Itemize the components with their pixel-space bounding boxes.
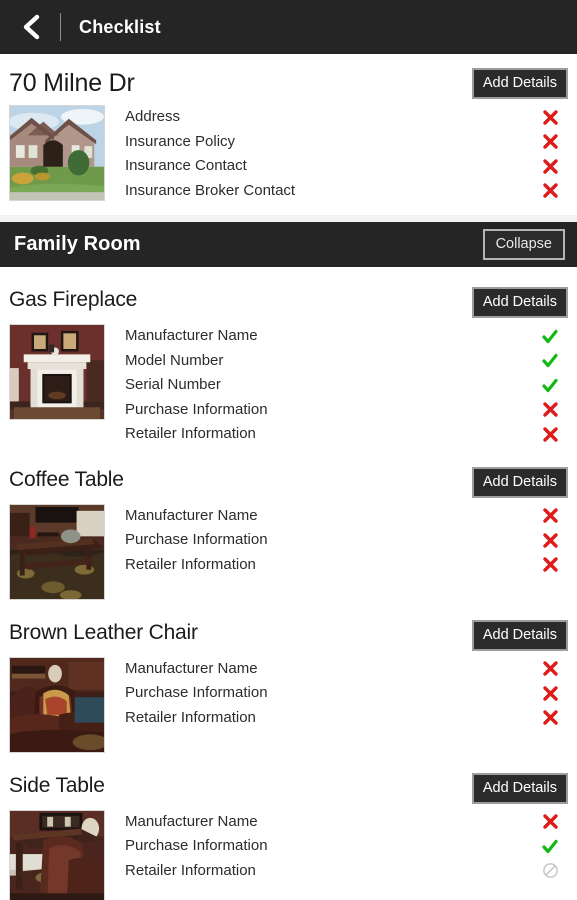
field-row[interactable]: Purchase Information: [125, 681, 568, 706]
field-row[interactable]: Manufacturer Name: [125, 810, 568, 835]
field-row[interactable]: Manufacturer Name: [125, 504, 568, 529]
field-label: Insurance Contact: [125, 157, 247, 175]
property-thumbnail[interactable]: [9, 105, 105, 201]
item-title: Brown Leather Chair: [9, 620, 198, 644]
add-details-button-gas-fireplace[interactable]: Add Details: [471, 287, 568, 318]
item-section-brown-leather-chair: Brown Leather Chair Add Details Manufact…: [0, 605, 577, 753]
item-header: Side Table Add Details: [9, 759, 568, 804]
field-row[interactable]: Purchase Information: [125, 398, 568, 423]
collapse-button[interactable]: Collapse: [482, 229, 565, 260]
item-body: Manufacturer Name Model Number Serial Nu…: [9, 318, 568, 447]
item-field-list: Manufacturer Name Purchase Information R…: [105, 657, 568, 731]
add-details-button-side-table[interactable]: Add Details: [471, 772, 568, 804]
item-thumbnail-gas-fireplace[interactable]: [9, 324, 105, 420]
field-row[interactable]: Purchase Information: [125, 834, 568, 859]
item-thumbnail-side-table[interactable]: [9, 809, 105, 900]
field-label: Address: [125, 108, 181, 126]
field-row[interactable]: Serial Number: [125, 373, 568, 398]
room-title: Family Room: [14, 233, 141, 255]
item-section-coffee-table: Coffee Table Add Details Manufacturer Na…: [0, 452, 577, 600]
red-x-icon: [539, 133, 561, 150]
field-label: Manufacturer Name: [125, 659, 258, 677]
field-label: Insurance Policy: [125, 132, 236, 150]
field-label: Purchase Information: [125, 684, 268, 702]
field-label: Serial Number: [125, 376, 221, 394]
chevron-left-icon: [20, 14, 42, 40]
green-check-icon: [539, 838, 561, 855]
red-x-icon: [539, 813, 561, 830]
green-check-icon: [539, 352, 561, 369]
field-label: Manufacturer Name: [125, 327, 258, 345]
red-x-icon: [539, 401, 561, 418]
field-label: Purchase Information: [125, 837, 268, 855]
back-button[interactable]: [14, 10, 48, 44]
red-x-icon: [539, 182, 561, 199]
red-x-icon: [539, 426, 561, 443]
field-label: Retailer Information: [125, 555, 256, 573]
red-x-icon: [539, 109, 561, 126]
field-row[interactable]: Manufacturer Name: [125, 657, 568, 682]
item-body: Manufacturer Name Purchase Information R…: [9, 804, 568, 900]
red-x-icon: [539, 709, 561, 726]
field-row[interactable]: Insurance Broker Contact: [125, 179, 568, 204]
red-x-icon: [539, 507, 561, 524]
property-header: 70 Milne Dr Add Details: [9, 54, 568, 99]
field-row[interactable]: Insurance Contact: [125, 154, 568, 179]
item-thumbnail-brown-leather-chair[interactable]: [9, 656, 105, 753]
field-row[interactable]: Retailer Information: [125, 553, 568, 578]
item-field-list: Manufacturer Name Model Number Serial Nu…: [105, 324, 568, 447]
property-field-list: Address Insurance Policy Insurance Conta…: [105, 105, 568, 203]
field-row[interactable]: Manufacturer Name: [125, 324, 568, 349]
field-label: Manufacturer Name: [125, 506, 258, 524]
item-header: Brown Leather Chair Add Details: [9, 606, 568, 651]
field-row[interactable]: Address: [125, 105, 568, 130]
field-label: Retailer Information: [125, 425, 256, 443]
green-check-icon: [539, 328, 561, 345]
field-label: Retailer Information: [125, 861, 256, 879]
field-row[interactable]: Retailer Information: [125, 422, 568, 447]
red-x-icon: [539, 556, 561, 573]
field-label: Purchase Information: [125, 400, 268, 418]
add-details-button-brown-leather-chair[interactable]: Add Details: [471, 619, 568, 651]
app-bar: Checklist: [0, 0, 577, 54]
field-label: Purchase Information: [125, 531, 268, 549]
item-header: Gas Fireplace Add Details: [9, 273, 568, 318]
item-body: Manufacturer Name Purchase Information R…: [9, 498, 568, 600]
red-x-icon: [539, 660, 561, 677]
field-label: Manufacturer Name: [125, 812, 258, 830]
property-section: 70 Milne Dr Add Details Address Insuranc…: [0, 54, 577, 203]
item-title: Gas Fireplace: [9, 288, 138, 311]
add-details-button-coffee-table[interactable]: Add Details: [471, 466, 568, 498]
appbar-divider: [60, 13, 61, 41]
item-field-list: Manufacturer Name Purchase Information R…: [105, 504, 568, 578]
add-details-button-property[interactable]: Add Details: [471, 68, 568, 99]
field-label: Retailer Information: [125, 708, 256, 726]
field-row[interactable]: Model Number: [125, 349, 568, 374]
field-row[interactable]: Retailer Information: [125, 859, 568, 884]
property-body: Address Insurance Policy Insurance Conta…: [9, 99, 568, 203]
item-body: Manufacturer Name Purchase Information R…: [9, 651, 568, 753]
item-header: Coffee Table Add Details: [9, 453, 568, 498]
item-section-gas-fireplace: Gas Fireplace Add Details Manufacturer N…: [0, 273, 577, 447]
item-thumbnail-coffee-table[interactable]: [9, 503, 105, 600]
red-x-icon: [539, 532, 561, 549]
green-check-icon: [539, 377, 561, 394]
field-row[interactable]: Purchase Information: [125, 528, 568, 553]
item-section-side-table: Side Table Add Details Manufacturer Name…: [0, 758, 577, 900]
property-title: 70 Milne Dr: [9, 69, 135, 97]
page-title: Checklist: [79, 16, 161, 37]
field-label: Insurance Broker Contact: [125, 181, 296, 199]
section-divider: [0, 215, 577, 222]
field-row[interactable]: Insurance Policy: [125, 130, 568, 155]
item-field-list: Manufacturer Name Purchase Information R…: [105, 810, 568, 884]
field-row[interactable]: Retailer Information: [125, 706, 568, 731]
item-title: Side Table: [9, 773, 105, 797]
red-x-icon: [539, 158, 561, 175]
field-label: Model Number: [125, 351, 224, 369]
item-title: Coffee Table: [9, 467, 124, 491]
red-x-icon: [539, 685, 561, 702]
grey-prohibited-icon: [539, 862, 561, 879]
room-header-family-room: Family Room Collapse: [0, 222, 577, 267]
